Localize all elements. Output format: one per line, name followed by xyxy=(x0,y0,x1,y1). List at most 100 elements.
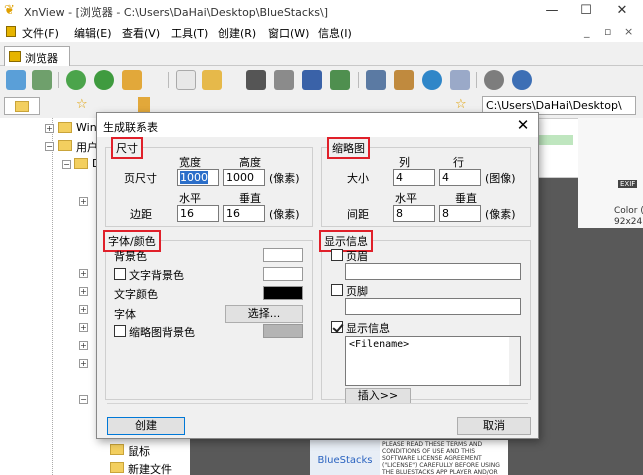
header-input[interactable] xyxy=(345,263,521,280)
toolbar-separator xyxy=(168,72,169,88)
expand-icon[interactable]: + xyxy=(79,359,88,368)
folder-icon[interactable] xyxy=(202,70,222,90)
refresh-icon[interactable] xyxy=(66,70,86,90)
star-icon[interactable]: ☆ xyxy=(76,97,88,112)
menu-file[interactable]: 文件(F) xyxy=(22,25,59,41)
open-icon[interactable] xyxy=(6,70,26,90)
menu-create[interactable]: 创建(R) xyxy=(218,25,256,41)
footer-input[interactable] xyxy=(345,298,521,315)
bg-color-swatch[interactable] xyxy=(263,248,303,262)
thumb-bg-checkbox[interactable] xyxy=(114,325,126,337)
columns-input[interactable]: 4 xyxy=(393,169,435,186)
menu-edit[interactable]: 编辑(E) xyxy=(74,25,112,41)
menu-tools[interactable]: 工具(T) xyxy=(171,25,208,41)
tree-item[interactable]: 新建文件 xyxy=(128,461,172,475)
new-file-icon[interactable] xyxy=(176,70,196,90)
insert-button[interactable]: 插入>> xyxy=(345,388,411,404)
cancel-button[interactable]: 取消 xyxy=(457,417,531,435)
mdi-restore-icon[interactable]: ▫ xyxy=(604,25,611,38)
collapse-icon[interactable]: − xyxy=(79,395,88,404)
fullscreen-icon[interactable] xyxy=(32,70,52,90)
minimize-icon[interactable]: — xyxy=(534,0,570,22)
main-toolbar xyxy=(0,66,643,94)
web-icon[interactable] xyxy=(422,70,442,90)
footer-checkbox[interactable] xyxy=(331,284,343,296)
collapse-icon[interactable]: − xyxy=(62,160,71,169)
collapse-icon[interactable]: − xyxy=(45,142,54,151)
size-group-label: 尺寸 xyxy=(111,137,143,159)
binoculars-icon[interactable] xyxy=(246,70,266,90)
expand-icon[interactable]: + xyxy=(79,305,88,314)
close-icon[interactable]: ✕ xyxy=(514,116,532,134)
menu-view[interactable]: 查看(V) xyxy=(122,25,160,41)
info-textarea[interactable]: <Filename> xyxy=(345,336,521,386)
thumb-size: 92x24 xyxy=(614,217,643,227)
thumbnail-image xyxy=(539,135,573,145)
header-checkbox[interactable] xyxy=(331,249,343,261)
expand-icon[interactable]: + xyxy=(45,124,54,133)
horizontal-header: 水平 xyxy=(395,192,417,205)
folder-icon xyxy=(58,140,72,151)
mdi-close-icon[interactable]: × xyxy=(624,25,633,38)
close-icon[interactable]: ✕ xyxy=(604,0,640,22)
text-color-label: 文字颜色 xyxy=(114,288,158,301)
rotate-icon[interactable] xyxy=(94,70,114,90)
horizontal-header: 水平 xyxy=(179,192,201,205)
header-label: 页眉 xyxy=(346,250,368,263)
menu-window[interactable]: 窗口(W) xyxy=(268,25,309,41)
spacing-v-input[interactable]: 8 xyxy=(439,205,481,222)
expand-icon[interactable]: + xyxy=(79,341,88,350)
show-info-checkbox[interactable] xyxy=(331,321,343,333)
browser-icon xyxy=(9,51,21,62)
spacing-h-input[interactable]: 8 xyxy=(393,205,435,222)
rows-input[interactable]: 4 xyxy=(439,169,481,186)
slideshow-icon[interactable] xyxy=(366,70,386,90)
license-thumbnail[interactable]: PLEASE READ THESE TERMS AND CONDITIONS O… xyxy=(380,440,508,475)
convert-icon[interactable] xyxy=(330,70,350,90)
print-icon[interactable] xyxy=(274,70,294,90)
scanner-icon[interactable] xyxy=(302,70,322,90)
favorites-icon[interactable]: ☆ xyxy=(455,97,467,112)
tab-strip: 浏览器 xyxy=(0,42,643,66)
choose-font-button[interactable]: 选择... xyxy=(225,305,303,323)
tree-item[interactable]: 鼠标 xyxy=(128,443,150,459)
contact-sheet-dialog: 生成联系表 ✕ 尺寸 宽度 高度 页尺寸 1000 1000 (像素) 水平 垂… xyxy=(96,112,539,439)
info-icon[interactable] xyxy=(512,70,532,90)
text-color-swatch[interactable] xyxy=(263,286,303,300)
rows-header: 行 xyxy=(453,156,464,169)
bg-color-label: 背景色 xyxy=(114,250,147,263)
page-height-input[interactable]: 1000 xyxy=(223,169,265,186)
menu-info[interactable]: 信息(I) xyxy=(318,25,352,41)
divider xyxy=(107,403,528,404)
bookmark-icon[interactable] xyxy=(138,97,150,113)
thumb-bg-swatch[interactable] xyxy=(263,324,303,338)
expand-icon[interactable]: + xyxy=(79,269,88,278)
height-header: 高度 xyxy=(239,156,261,169)
maximize-icon[interactable]: ☐ xyxy=(568,0,604,22)
textarea-scrollbar[interactable] xyxy=(509,337,520,385)
expand-icon[interactable]: + xyxy=(79,323,88,332)
text-bg-swatch[interactable] xyxy=(263,267,303,281)
create-button[interactable]: 创建 xyxy=(107,417,185,435)
tab-browser[interactable]: 浏览器 xyxy=(4,46,70,66)
pixel-unit-label: (像素) xyxy=(269,208,300,221)
margin-h-input[interactable]: 16 xyxy=(177,205,219,222)
thumb-bg-label: 缩略图背景色 xyxy=(129,326,195,339)
move-icon[interactable] xyxy=(122,70,142,90)
gear-icon[interactable] xyxy=(484,70,504,90)
tree-item[interactable]: 用户 xyxy=(76,139,98,155)
margin-v-input[interactable]: 16 xyxy=(223,205,265,222)
expand-icon[interactable]: + xyxy=(79,287,88,296)
expand-icon[interactable]: + xyxy=(79,197,88,206)
calculator-icon[interactable] xyxy=(450,70,470,90)
mdi-minimize-icon[interactable]: _ xyxy=(584,25,590,38)
page-width-input[interactable]: 1000 xyxy=(177,169,219,186)
xnview-window: ❦ XnView - [浏览器 - C:\Users\DaHai\Desktop… xyxy=(0,0,643,475)
text-bg-checkbox[interactable] xyxy=(114,268,126,280)
pixel-unit-label: (像素) xyxy=(269,172,300,185)
title-bar: ❦ XnView - [浏览器 - C:\Users\DaHai\Desktop… xyxy=(0,0,643,22)
tree-toggle-button[interactable] xyxy=(4,97,40,115)
font-label: 字体 xyxy=(114,308,136,321)
dialog-title: 生成联系表 xyxy=(103,121,158,134)
presentation-icon[interactable] xyxy=(394,70,414,90)
